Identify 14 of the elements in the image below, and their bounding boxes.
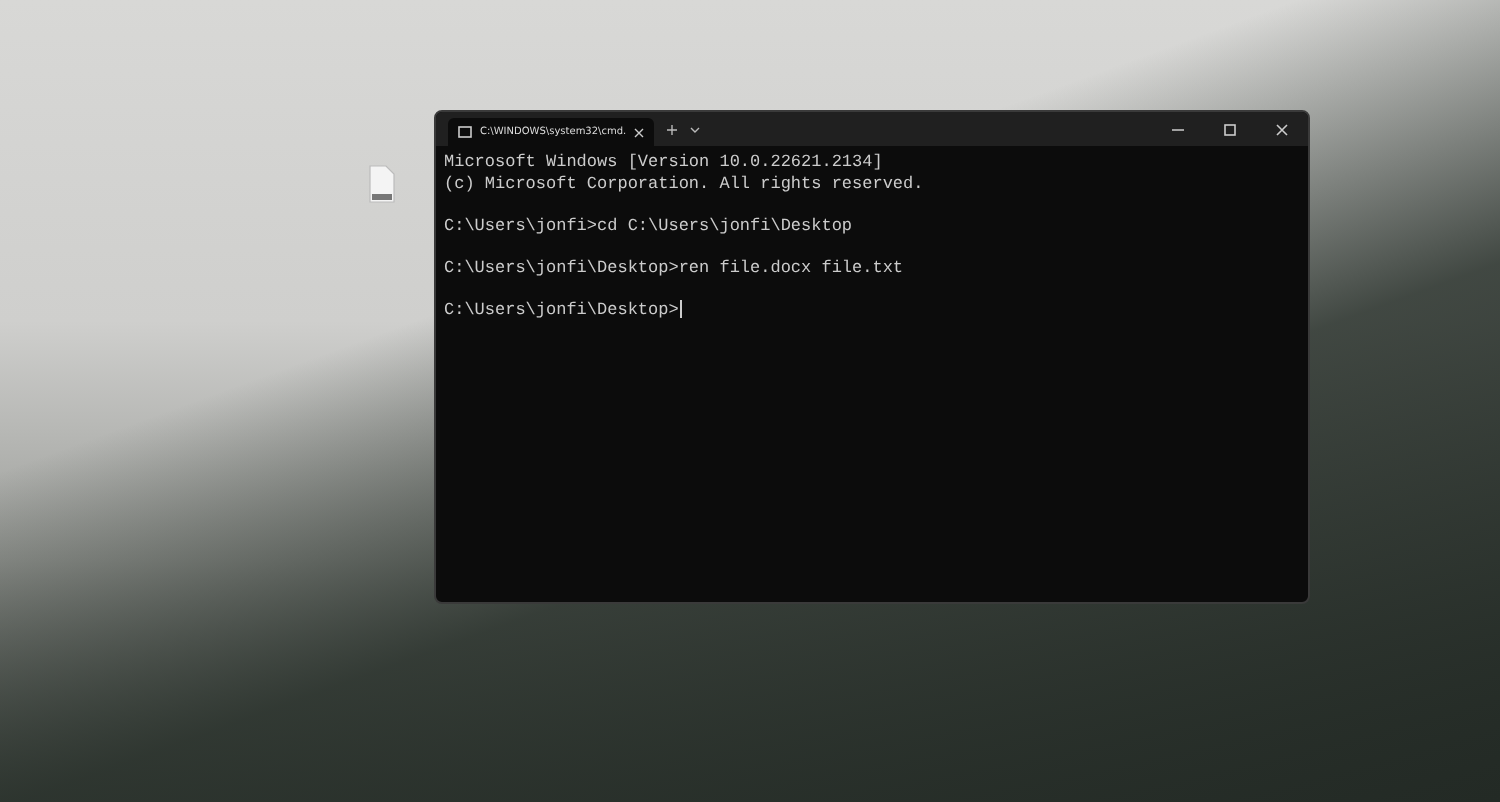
console-line: Microsoft Windows [Version 10.0.22621.2134] — [444, 152, 883, 173]
close-icon[interactable] — [1276, 123, 1288, 135]
console-line: (c) Microsoft Corporation. All rights reserved. — [444, 173, 924, 194]
plus-icon[interactable] — [666, 123, 679, 135]
console-line: C:\Users\jonfi\Desktop> — [444, 299, 679, 320]
maximize-icon[interactable] — [1224, 123, 1236, 135]
text-cursor — [680, 300, 683, 319]
file-icon[interactable] — [368, 164, 396, 204]
close-icon[interactable] — [634, 127, 645, 137]
terminal-icon — [458, 126, 472, 138]
minimize-icon[interactable] — [1172, 127, 1184, 131]
console-line: C:\Users\jonfi\Desktop>ren file.docx file.txt — [444, 257, 904, 278]
console-line: C:\Users\jonfi>cd C:\Users\jonfi\Desktop — [444, 215, 853, 236]
chevron-down-icon[interactable] — [690, 125, 701, 133]
